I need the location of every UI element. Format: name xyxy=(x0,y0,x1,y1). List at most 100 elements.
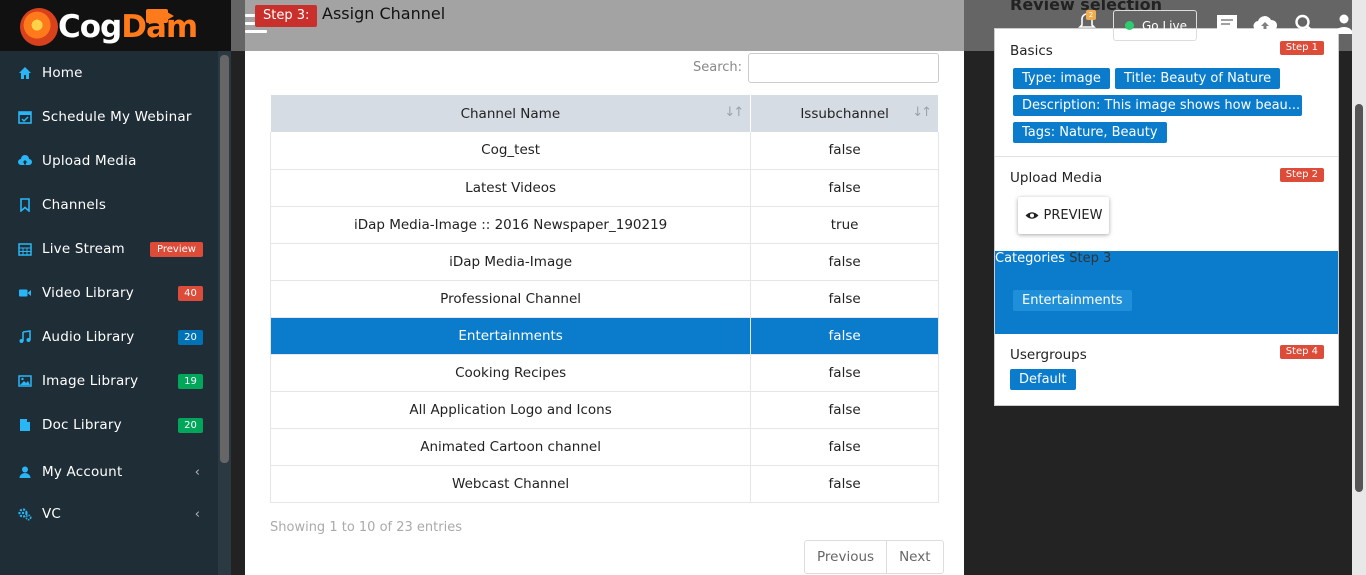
sidebar-item-label: Schedule My Webinar xyxy=(42,109,192,125)
table-row[interactable]: Professional Channel false xyxy=(269,280,939,318)
basics-chip: Description: This image shows how beau..… xyxy=(1013,95,1302,116)
section-label: Basics xyxy=(1010,43,1053,59)
issubchannel-cell: false xyxy=(750,317,939,355)
sidebar-item-my-account[interactable]: My Account ‹ xyxy=(0,450,218,494)
cogs-icon xyxy=(18,508,32,521)
column-header-issubchannel[interactable]: Issubchannel ↓↑ xyxy=(750,95,939,132)
sidebar-item-home[interactable]: Home xyxy=(0,51,218,95)
count-badge: 19 xyxy=(178,373,203,389)
channel-name-cell: Entertainments xyxy=(269,317,752,355)
sidebar-item-video-library[interactable]: Video Library 40 xyxy=(0,271,218,315)
sidebar-item-schedule-webinar[interactable]: Schedule My Webinar xyxy=(0,95,218,139)
sidebar-scrollbar[interactable] xyxy=(218,51,231,575)
table-info: Showing 1 to 10 of 23 entries xyxy=(270,520,462,535)
sidebar-item-vc[interactable]: VC ‹ xyxy=(0,492,218,536)
bookmark-icon xyxy=(20,198,30,212)
music-icon xyxy=(19,330,31,343)
basics-chip: Type: image xyxy=(1013,68,1110,89)
category-chip: Entertainments xyxy=(1013,290,1132,311)
table-row[interactable]: Cooking Recipes false xyxy=(269,354,939,392)
channel-name-cell: iDap Media-Image xyxy=(269,243,752,281)
channel-name-cell: iDap Media-Image :: 2016 Newspaper_19021… xyxy=(269,206,752,244)
channel-name-cell: Cooking Recipes xyxy=(269,354,752,392)
step-badge: Step 3 xyxy=(1069,251,1112,266)
channel-name-cell: Cog_test xyxy=(269,132,752,170)
basics-chip: Tags: Nature, Beauty xyxy=(1013,122,1167,143)
camera-logo-icon xyxy=(146,9,174,23)
channel-name-cell: Latest Videos xyxy=(269,169,752,207)
table-row[interactable]: Webcast Channel false xyxy=(269,465,939,503)
sort-icon[interactable]: ↓↑ xyxy=(912,105,932,120)
review-selection-card: Basics Step 1 Type: image Title: Beauty … xyxy=(994,28,1339,406)
page-scrollbar[interactable] xyxy=(1352,0,1366,575)
sidebar-item-label: Channels xyxy=(42,197,107,213)
eye-icon xyxy=(1025,212,1039,219)
scrollbar-thumb[interactable] xyxy=(220,55,229,463)
calendar-icon xyxy=(18,111,32,124)
sidebar-item-doc-library[interactable]: Doc Library 20 xyxy=(0,403,218,447)
sidebar-item-channels[interactable]: Channels xyxy=(0,183,218,227)
sidebar-item-label: Doc Library xyxy=(42,417,122,433)
channel-name-cell: All Application Logo and Icons xyxy=(269,391,752,429)
usergroup-chip: Default xyxy=(1010,369,1076,390)
step-badge: Step 4 xyxy=(1279,345,1324,359)
issubchannel-cell: false xyxy=(750,169,939,207)
cloud-upload-icon[interactable] xyxy=(1253,13,1277,35)
table-row[interactable]: iDap Media-Image false xyxy=(269,243,939,281)
sidebar-item-upload-media[interactable]: Upload Media xyxy=(0,139,218,183)
preview-button[interactable]: PREVIEW xyxy=(1018,197,1109,234)
home-icon xyxy=(19,67,31,79)
sidebar-item-label: My Account xyxy=(42,464,123,480)
sort-icon[interactable]: ↓↑ xyxy=(724,105,744,120)
table-row[interactable]: iDap Media-Image :: 2016 Newspaper_19021… xyxy=(269,206,939,244)
scrollbar-thumb[interactable] xyxy=(1355,104,1363,492)
previous-button[interactable]: Previous xyxy=(805,541,886,573)
search-input[interactable] xyxy=(748,53,939,83)
section-label: Upload Media xyxy=(1010,170,1103,186)
preview-label: PREVIEW xyxy=(1043,208,1103,223)
issubchannel-cell: false xyxy=(750,465,939,503)
basics-chip: Title: Beauty of Nature xyxy=(1115,68,1281,89)
issubchannel-cell: false xyxy=(750,280,939,318)
table-row[interactable]: Latest Videos false xyxy=(269,169,939,207)
table-row[interactable]: Animated Cartoon channel false xyxy=(269,428,939,466)
calendar-grid-icon xyxy=(18,243,32,256)
sidebar-item-live-stream[interactable]: Live Stream Preview xyxy=(0,227,218,271)
search-icon[interactable] xyxy=(1293,13,1317,35)
sidebar: CogDam Home Schedule My Webinar Upload M… xyxy=(0,0,231,575)
step-badge: Step 1 xyxy=(1279,41,1324,55)
sidebar-item-label: Audio Library xyxy=(42,329,135,345)
chat-icon[interactable] xyxy=(1215,13,1239,35)
issubchannel-cell: false xyxy=(750,428,939,466)
table-row[interactable]: Cog_test false xyxy=(269,132,939,170)
sidebar-item-label: Home xyxy=(42,65,83,81)
issubchannel-cell: false xyxy=(750,243,939,281)
file-icon xyxy=(20,419,30,431)
sidebar-item-audio-library[interactable]: Audio Library 20 xyxy=(0,315,218,359)
logo-bar: CogDam xyxy=(0,0,231,51)
column-header-channel-name[interactable]: Channel Name ↓↑ xyxy=(270,95,752,132)
sidebar-item-label: Video Library xyxy=(42,285,134,301)
go-live-button[interactable]: Go Live xyxy=(1113,10,1197,41)
search-label: Search: xyxy=(693,60,743,75)
channel-table: Channel Name ↓↑ Issubchannel ↓↑ Cog_test fa… xyxy=(269,95,939,503)
count-badge: 40 xyxy=(178,285,203,301)
notification-count: 2 xyxy=(1086,10,1096,20)
page-title: Assign Channel xyxy=(322,4,446,23)
chevron-left-icon: ‹ xyxy=(194,464,200,480)
sidebar-item-image-library[interactable]: Image Library 19 xyxy=(0,359,218,403)
step-tag: Step 3: xyxy=(255,5,318,27)
review-categories-section: Categories Step 3 Entertainments xyxy=(995,251,1338,334)
count-badge: 20 xyxy=(178,329,203,345)
issubchannel-cell: false xyxy=(750,354,939,392)
go-live-label: Go Live xyxy=(1142,18,1187,33)
image-icon xyxy=(18,375,32,387)
brand-logo[interactable]: CogDam xyxy=(58,8,198,46)
video-camera-icon xyxy=(19,289,31,297)
sidebar-item-label: Live Stream xyxy=(42,241,125,257)
next-button[interactable]: Next xyxy=(886,541,942,573)
table-row[interactable]: All Application Logo and Icons false xyxy=(269,391,939,429)
preview-badge: Preview xyxy=(150,241,203,257)
live-dot-icon xyxy=(1125,21,1134,30)
table-row-selected[interactable]: Entertainments false xyxy=(269,317,939,355)
